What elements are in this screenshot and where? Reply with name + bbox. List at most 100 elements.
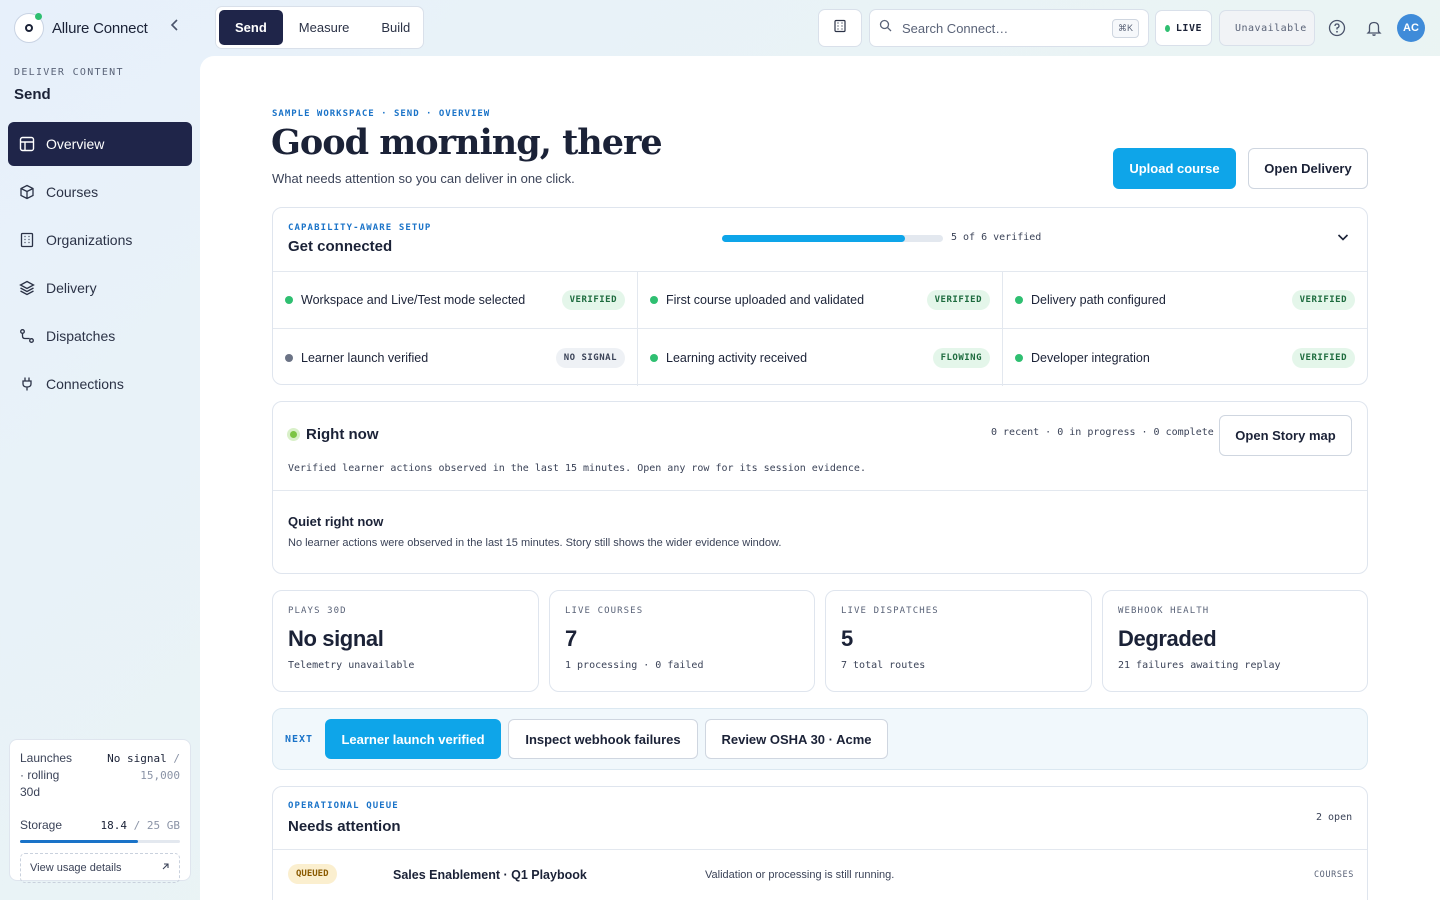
chevron-down-icon[interactable] xyxy=(1336,230,1350,249)
status-dot xyxy=(1015,296,1023,304)
next-action-launch-verified[interactable]: Learner launch verified xyxy=(325,719,501,759)
setup-eyebrow: CAPABILITY-AWARE SETUP xyxy=(288,223,432,233)
setup-step[interactable]: Learner launch verified NO SIGNAL xyxy=(273,329,638,386)
help-icon[interactable] xyxy=(1326,17,1348,39)
search-placeholder: Search Connect… xyxy=(902,20,1009,36)
kpi-card-plays[interactable]: PLAYS 30D No signal Telemetry unavailabl… xyxy=(272,590,539,692)
next-action-review-osha[interactable]: Review OSHA 30 · Acme xyxy=(705,719,888,759)
live-mode-badge[interactable]: LIVE xyxy=(1155,10,1212,46)
sidebar-item-dispatches[interactable]: Dispatches xyxy=(8,314,192,358)
status-dot xyxy=(285,296,293,304)
plug-icon xyxy=(18,375,36,393)
right-now-title: Right now xyxy=(306,426,379,443)
kpi-subtext: 1 processing · 0 failed xyxy=(565,660,704,671)
status-badge: NO SIGNAL xyxy=(555,347,625,368)
external-link-icon xyxy=(161,862,170,874)
cube-icon xyxy=(18,183,36,201)
logo-icon xyxy=(14,13,44,43)
status-dot xyxy=(1015,353,1023,362)
kpi-subtext: Telemetry unavailable xyxy=(288,660,415,671)
kpi-value: 7 xyxy=(565,626,577,651)
kpi-value: 5 xyxy=(841,626,853,651)
step-label: Developer integration xyxy=(1031,350,1150,365)
setup-step[interactable]: Delivery path configured VERIFIED xyxy=(1003,272,1367,329)
view-usage-link[interactable]: View usage details xyxy=(20,853,180,883)
upload-course-button[interactable]: Upload course xyxy=(1113,148,1236,189)
search-input[interactable]: Search Connect… ⌘K xyxy=(869,9,1149,47)
unavailable-badge[interactable]: Unavailable xyxy=(1219,10,1315,46)
setup-step[interactable]: First course uploaded and validated VERIF… xyxy=(638,272,1003,329)
status-badge: VERIFIED xyxy=(561,290,625,310)
mode-build[interactable]: Build xyxy=(365,10,426,45)
setup-step[interactable]: Learning activity received FLOWING xyxy=(638,329,1003,386)
kpi-value: Degraded xyxy=(1118,626,1217,651)
kpi-card-live-courses[interactable]: LIVE COURSES 7 1 processing · 0 failed xyxy=(549,590,815,692)
workspace-button[interactable] xyxy=(818,9,862,47)
launches-row: Launches · rolling 30d No signal / 15,00… xyxy=(20,750,180,801)
divider xyxy=(273,490,1367,491)
sidebar-item-label: Organizations xyxy=(46,232,133,248)
sidebar-item-connections[interactable]: Connections xyxy=(8,362,192,406)
step-label: First course uploaded and validated xyxy=(666,293,865,307)
step-label: Delivery path configured xyxy=(1031,293,1166,307)
kpi-label: WEBHOOK HEALTH xyxy=(1118,606,1210,616)
storage-bar-fill xyxy=(20,840,139,843)
step-label: Learning activity received xyxy=(666,350,808,365)
queue-item-name: Sales Enablement · Q1 Playbook xyxy=(393,868,587,882)
setup-progress-fill xyxy=(722,235,906,242)
kpi-label: PLAYS 30D xyxy=(288,606,347,616)
sidebar-item-overview[interactable]: Overview xyxy=(8,122,192,166)
table-row[interactable]: QUEUED Sales Enablement · Q1 Playbook Va… xyxy=(288,864,1354,886)
sidebar-item-label: Connections xyxy=(46,376,124,392)
status-badge: QUEUED xyxy=(288,864,337,884)
live-label: LIVE xyxy=(1175,22,1202,34)
mode-measure[interactable]: Measure xyxy=(283,10,366,45)
app-name: Allure Connect xyxy=(52,19,148,37)
operational-queue-card: OPERATIONAL QUEUE Needs attention 2 open… xyxy=(272,786,1368,900)
storage-value: 18.4 / 25 GB xyxy=(100,819,180,832)
search-shortcut: ⌘K xyxy=(1111,18,1139,38)
avatar[interactable]: AC xyxy=(1397,14,1425,42)
search-icon xyxy=(879,19,892,37)
queue-item-note: Validation or processing is still runnin… xyxy=(705,869,895,881)
status-dot xyxy=(650,296,658,304)
sidebar-item-label: Delivery xyxy=(46,280,97,296)
divider xyxy=(273,849,1367,850)
sidebar-item-courses[interactable]: Courses xyxy=(8,170,192,214)
next-action-webhook-failures[interactable]: Inspect webhook failures xyxy=(508,719,698,759)
setup-progress-bar xyxy=(722,235,943,242)
right-now-description: Verified learner actions observed in the… xyxy=(288,463,866,474)
main-content: SAMPLE WORKSPACE · SEND · OVERVIEW Good … xyxy=(200,56,1440,900)
kpi-card-live-dispatches[interactable]: LIVE DISPATCHES 5 7 total routes xyxy=(825,590,1092,692)
collapse-sidebar-icon[interactable] xyxy=(166,18,184,36)
sidebar-item-delivery[interactable]: Delivery xyxy=(8,266,192,310)
kpi-subtext: 7 total routes xyxy=(841,660,926,671)
layers-icon xyxy=(18,279,36,297)
bell-icon[interactable] xyxy=(1363,17,1385,39)
sidebar-item-label: Dispatches xyxy=(46,328,116,344)
usage-panel: Launches · rolling 30d No signal / 15,00… xyxy=(9,739,191,883)
mode-send[interactable]: Send xyxy=(219,10,283,45)
status-badge: VERIFIED xyxy=(1291,347,1355,368)
section-label: DELIVER CONTENT xyxy=(14,67,124,78)
open-story-map-button[interactable]: Open Story map xyxy=(1219,415,1352,456)
sidebar-item-label: Courses xyxy=(46,184,99,200)
queue-title: Needs attention xyxy=(288,818,401,835)
setup-progress-label: 5 of 6 verified xyxy=(951,232,1042,243)
queue-header: OPERATIONAL QUEUE Needs attention xyxy=(288,801,401,835)
live-status-dot xyxy=(1165,24,1170,32)
brand[interactable]: Allure Connect xyxy=(14,13,148,43)
setup-step[interactable]: Developer integration VERIFIED xyxy=(1003,329,1367,386)
launches-value: No signal / 15,000 xyxy=(107,752,180,782)
status-badge: VERIFIED xyxy=(926,290,990,310)
sidebar-nav: Overview Courses Organizations Delivery … xyxy=(8,122,192,410)
setup-header: CAPABILITY-AWARE SETUP Get connected xyxy=(288,223,431,255)
status-dot xyxy=(285,353,293,362)
setup-step[interactable]: Workspace and Live/Test mode selected VER… xyxy=(273,272,638,329)
sidebar-item-organizations[interactable]: Organizations xyxy=(8,218,192,262)
launches-label: Launches · rolling 30d xyxy=(20,751,73,799)
empty-state-text: No learner actions were observed in the … xyxy=(288,537,782,549)
open-delivery-button[interactable]: Open Delivery xyxy=(1248,148,1368,189)
storage-row: Storage 18.4 / 25 GB xyxy=(20,817,180,834)
kpi-card-webhook-health[interactable]: WEBHOOK HEALTH Degraded 21 failures awai… xyxy=(1102,590,1368,692)
